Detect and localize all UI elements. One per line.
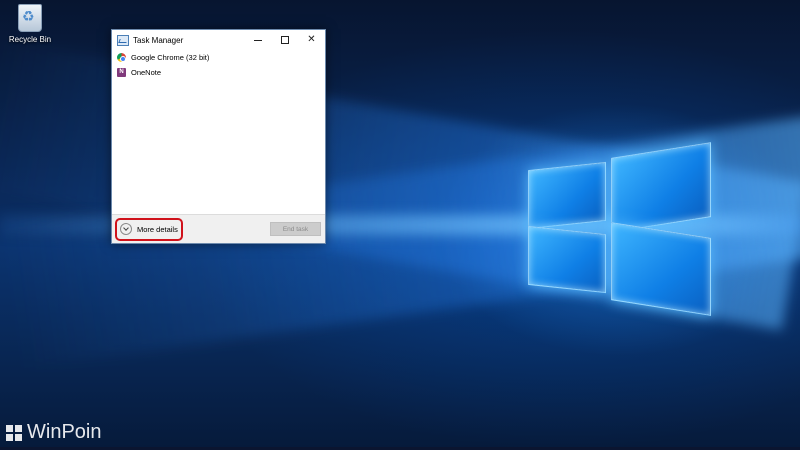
windows-logo-icon <box>6 424 22 441</box>
close-button[interactable]: ✕ <box>298 30 325 50</box>
end-task-label: End task <box>282 225 309 233</box>
more-details-button[interactable]: More details <box>115 217 183 241</box>
close-icon: ✕ <box>307 34 316 45</box>
window-title: Task Manager <box>133 35 184 45</box>
recycle-bin-icon <box>18 4 42 32</box>
process-list: Google Chrome (32 bit) N OneNote <box>112 50 325 80</box>
logo-pane-bottom-left <box>528 225 606 294</box>
title-bar[interactable]: Task Manager ✕ <box>112 30 325 50</box>
task-manager-icon <box>117 34 129 46</box>
windows-logo-wallpaper <box>525 142 715 316</box>
minimize-icon <box>253 39 262 41</box>
maximize-button[interactable] <box>271 30 298 50</box>
recycle-bin-label: Recycle Bin <box>8 35 52 44</box>
logo-pane-top-right <box>611 142 711 233</box>
process-name: Google Chrome (32 bit) <box>131 53 210 62</box>
onenote-icon: N <box>117 68 126 77</box>
logo-pane-top-left <box>528 161 606 230</box>
logo-pane-bottom-right <box>611 222 711 316</box>
minimize-button[interactable] <box>244 30 271 50</box>
watermark: WinPoin <box>6 421 101 444</box>
process-item-onenote[interactable]: N OneNote <box>112 65 325 80</box>
maximize-icon <box>280 36 289 44</box>
end-task-button[interactable]: End task <box>270 222 321 236</box>
task-manager-footer: More details End task <box>112 214 325 243</box>
process-name: OneNote <box>131 68 162 77</box>
more-details-label: More details <box>137 224 178 234</box>
chrome-icon <box>117 53 126 62</box>
chevron-down-icon <box>120 223 132 235</box>
process-item-chrome[interactable]: Google Chrome (32 bit) <box>112 50 325 65</box>
desktop-icon-recycle-bin[interactable]: Recycle Bin <box>2 4 58 44</box>
task-manager-window: Task Manager ✕ Google Chrome (32 bit) N … <box>111 29 326 244</box>
watermark-text: WinPoin <box>27 421 102 443</box>
